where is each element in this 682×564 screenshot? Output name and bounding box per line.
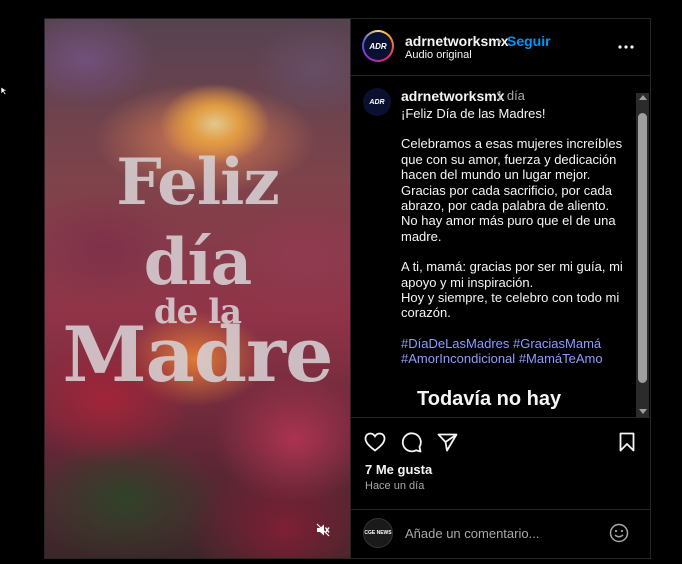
caption-area: ADR adrnetworksmx 1 día ¡Feliz Día de la… [351,76,651,416]
comment-icon [401,431,422,452]
speaker-muted-icon [316,523,330,537]
avatar-logo: ADR [369,41,387,51]
caption-paragraph: A ti, mamá: gracias por ser mi guía, mi … [401,259,623,290]
post-time: Hace un día [365,480,425,492]
more-options-icon [618,45,634,49]
hashtag-link[interactable]: #GraciasMamá [513,336,601,351]
comment-input[interactable]: Añade un comentario... [405,526,539,541]
caption-username[interactable]: adrnetworksmx [401,88,504,104]
more-options-button[interactable] [614,35,638,59]
post-media[interactable]: Feliz día de la Madre [45,19,350,558]
share-icon [437,433,457,451]
likes-count[interactable]: 7 Me gusta [365,462,432,477]
caption-time[interactable]: 1 día [496,88,525,103]
hashtag-link[interactable]: #MamáTeAmo [519,351,603,366]
author-avatar[interactable]: ADR [362,30,394,62]
caption-greeting: ¡Feliz Día de las Madres! [401,106,546,121]
scroll-up-arrow-icon[interactable] [639,95,647,100]
comment-bar: CGE NEWS Añade un comentario... [351,509,651,559]
author-username[interactable]: adrnetworksmx [405,33,508,49]
current-user-avatar: CGE NEWS [363,518,393,548]
media-title-line: Feliz [116,145,280,220]
hashtag-link[interactable]: #DíaDeLasMadres [401,336,509,351]
hashtag-link[interactable]: #AmorIncondicional [401,351,515,366]
scroll-thumb[interactable] [638,113,647,383]
bookmark-icon [619,432,635,452]
emoji-button[interactable] [607,521,631,545]
caption-paragraph: Celebramos a esas mujeres increíbles que… [401,136,623,244]
post-dialog: Feliz día de la Madre ADR adrnetworksmx … [44,18,651,559]
caption-avatar[interactable]: ADR [363,88,391,116]
header-separator: • [497,33,502,49]
save-button[interactable] [615,430,639,454]
follow-button[interactable]: Seguir [507,33,551,49]
action-bar: 7 Me gusta Hace un día [351,417,651,510]
caption-paragraph: Hoy y siempre, te celebro con todo mi co… [401,290,620,321]
caption-text: ¡Feliz Día de las Madres! Celebramos a e… [401,106,623,367]
mouse-cursor-icon [0,86,8,96]
media-title-line: Madre [62,310,334,399]
caption-hashtags: #DíaDeLasMadres #GraciasMamá #AmorIncond… [401,336,623,367]
audio-link[interactable]: Audio original [405,49,472,61]
avatar-logo: CGE NEWS [364,530,392,536]
like-button[interactable] [363,430,387,454]
share-button[interactable] [435,430,459,454]
post-header: ADR adrnetworksmx • Seguir Audio origina… [351,19,651,76]
no-comments-heading: Todavía no hay [417,388,562,410]
media-title-line: día [143,225,253,300]
emoji-icon [609,523,629,543]
caption-scrollbar[interactable] [636,93,649,417]
avatar-logo: ADR [369,98,385,106]
scroll-down-arrow-icon[interactable] [639,409,647,414]
heart-icon [364,432,386,452]
comment-button[interactable] [399,430,423,454]
post-sidebar: ADR adrnetworksmx • Seguir Audio origina… [350,19,651,558]
mute-button[interactable] [310,517,336,543]
